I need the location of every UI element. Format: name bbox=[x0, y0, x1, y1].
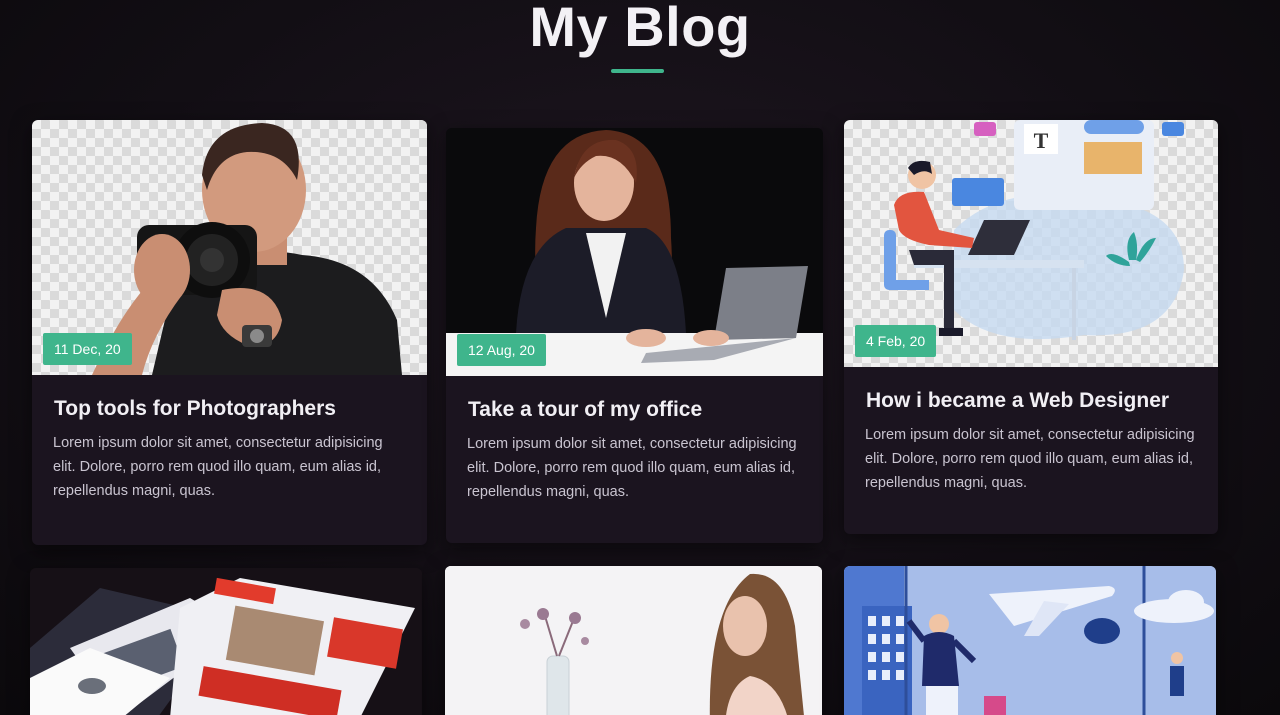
magazine-flyers-image bbox=[30, 568, 422, 715]
post-excerpt: Lorem ipsum dolor sit amet, consectetur … bbox=[53, 435, 383, 499]
post-title[interactable]: Top tools for Photographers bbox=[32, 375, 427, 421]
date-badge: 4 Feb, 20 bbox=[855, 325, 937, 357]
blog-card-2[interactable]: 12 Aug, 20 Take a tour of my office Lore… bbox=[446, 128, 823, 543]
page-title: My Blog bbox=[529, 0, 751, 58]
city-travel-illustration bbox=[844, 566, 1216, 715]
post-image-magazines[interactable] bbox=[30, 568, 422, 715]
woman-with-vase-photo bbox=[445, 566, 822, 715]
blog-card-1[interactable]: 11 Dec, 20 Top tools for Photographers L… bbox=[32, 120, 427, 545]
blog-card-4[interactable] bbox=[30, 568, 422, 715]
date-badge: 11 Dec, 20 bbox=[43, 333, 132, 365]
post-excerpt: Lorem ipsum dolor sit amet, consectetur … bbox=[467, 436, 797, 500]
blog-card-6[interactable] bbox=[844, 566, 1216, 715]
post-title[interactable]: How i became a Web Designer bbox=[844, 367, 1218, 413]
post-image-photographer[interactable]: 11 Dec, 20 bbox=[32, 120, 427, 375]
svg-text:T: T bbox=[1034, 128, 1049, 153]
post-image-office[interactable]: 12 Aug, 20 bbox=[446, 128, 823, 376]
title-underline bbox=[611, 69, 664, 73]
post-image-city-travel[interactable] bbox=[844, 566, 1216, 715]
post-title[interactable]: Take a tour of my office bbox=[446, 376, 823, 422]
date-badge: 12 Aug, 20 bbox=[457, 334, 546, 366]
blog-card-3[interactable]: T 4 Feb, 20 How i became a Web Designer … bbox=[844, 120, 1218, 534]
blog-card-5[interactable] bbox=[445, 566, 822, 715]
post-image-woman-vase[interactable] bbox=[445, 566, 822, 715]
post-image-web-designer[interactable]: T 4 Feb, 20 bbox=[844, 120, 1218, 367]
post-excerpt: Lorem ipsum dolor sit amet, consectetur … bbox=[865, 427, 1195, 491]
